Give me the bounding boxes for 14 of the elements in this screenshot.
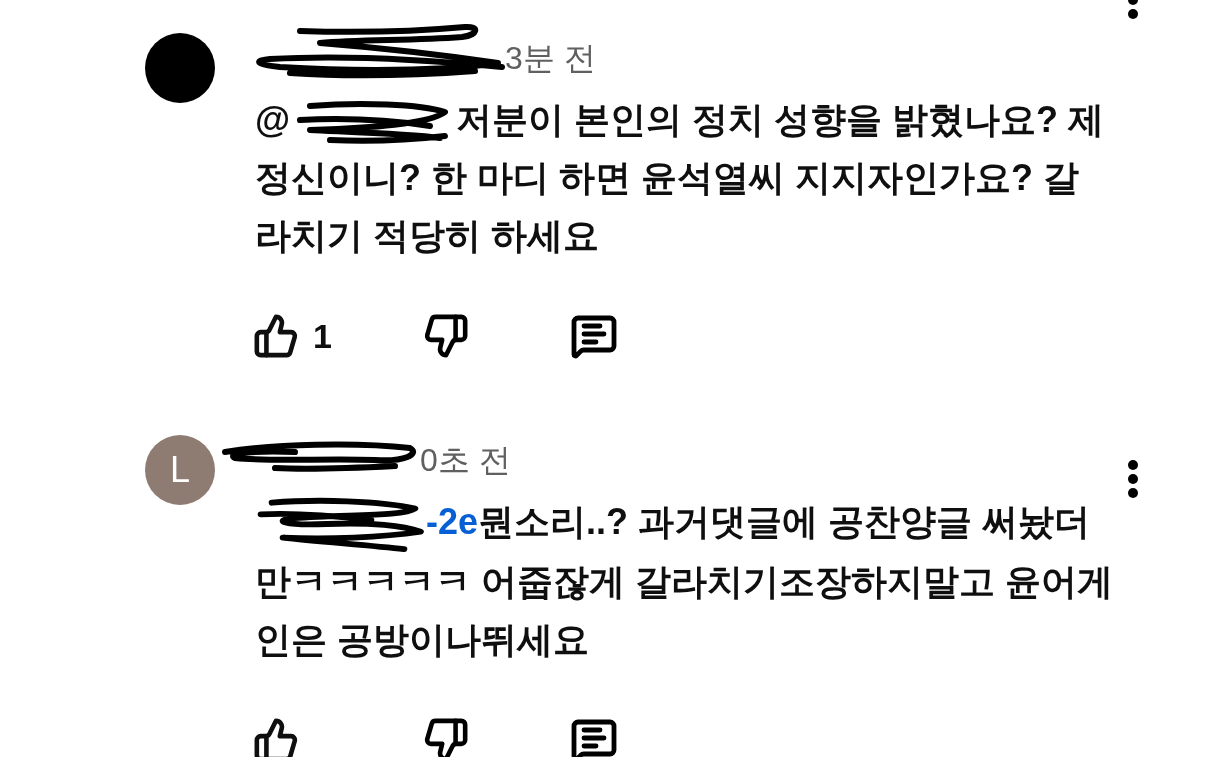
comment-text: -2e뭔소리..? 과거댓글에 공찬양글 써놨더 만ㅋㅋㅋㅋㅋ 어줍잖게 갈라치기조장하지말고 윤어게 인은 공방이나뛰세요 <box>255 493 1123 670</box>
comment-text: @ 저분이 본인의 정치 성향을 밝혔나요? 제 정신이니? 한 마디 하면 윤석열씨 지지자인가요? 갈 라치기 적당히 하세요 <box>255 98 1106 258</box>
comment-time: 3분 전 <box>505 39 596 78</box>
more-options-icon[interactable] <box>1127 460 1139 498</box>
like-button[interactable]: 1 <box>253 312 423 360</box>
comment-time: 0초 전 <box>420 441 511 480</box>
thumbs-up-icon <box>253 717 299 757</box>
thumbs-down-icon <box>423 313 469 359</box>
more-options-icon[interactable] <box>1127 0 1139 20</box>
thumbs-up-icon <box>253 313 299 359</box>
mention-link[interactable]: -2e <box>426 501 479 542</box>
thumbs-down-icon <box>423 717 469 757</box>
avatar-letter: L <box>170 452 190 488</box>
avatar[interactable]: L <box>145 435 215 505</box>
